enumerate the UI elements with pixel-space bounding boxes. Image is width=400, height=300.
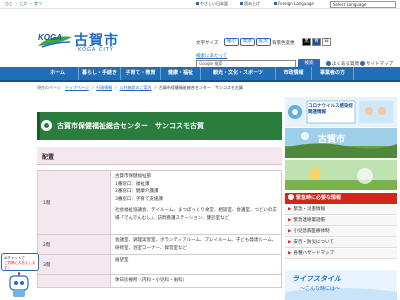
table-row: 休日診療所（内科・小児科・歯科） (37, 274, 282, 288)
arrow-right-icon: ▶ (288, 207, 292, 212)
arrow-right-icon: ▶ (288, 240, 292, 245)
city-name-english: KOGA CITY (78, 47, 114, 53)
floor-content: 古賀市保健福祉部 1番窓口：福祉課 2番窓口：健康介護課 3番窓口：子育て支援課… (110, 170, 282, 235)
emergency-item[interactable]: ▶ 小児急病医療体制 (285, 227, 397, 237)
bg-blue-button[interactable]: 青 (312, 38, 321, 46)
globe-icon (274, 2, 277, 5)
bg-white-button[interactable]: 白 (322, 38, 331, 46)
foreign-language-link[interactable]: Foreign Language (274, 1, 314, 6)
lifestyle-subtitle: 〜こんな時には〜 (300, 286, 341, 292)
section-heading: 配置 (42, 154, 55, 161)
emergency-item[interactable]: ▶ 安否・防災について (285, 238, 397, 248)
font-normal-button[interactable]: 標準 (240, 38, 255, 46)
lifestyle-title: ライフスタイル (292, 275, 341, 283)
breadcrumb-lead: 現在のページ (37, 85, 61, 90)
breadcrumb-current: 古賀市保健福祉総合センター サンコスモ古賀 (158, 85, 243, 90)
ai-chat-bubble[interactable]: AIチャットで ご質問にお答えします！ (1, 253, 39, 271)
emergency-item[interactable]: ▶ 緊急・災害情報 (285, 205, 397, 215)
question-icon (326, 61, 331, 66)
top-utility-bar: ひと ・ こが ・ 育つ やさしい日本語 読み上げ Foreign Langua… (0, 0, 400, 9)
font-enlarge-button[interactable]: 拡大 (256, 38, 271, 46)
nav-health[interactable]: 健康・福祉 (161, 67, 201, 80)
emergency-info-heading: 緊急時に必要な情報 (285, 193, 397, 204)
font-shrink-button[interactable]: 縮小 (224, 38, 239, 46)
arrow-right-icon: ▶ (288, 229, 292, 234)
global-nav: ホーム 暮らし・手続き 子育て・教育 健康・福祉 観光・文化・スポーツ 市政情報… (0, 67, 400, 82)
font-size-label: 文字サイズ (196, 41, 219, 46)
logo-mark-text: KOGA (38, 33, 62, 42)
floor-content: 展望室 (110, 254, 282, 275)
floor-content: 休日診療所（内科・小児科・歯科） (110, 274, 282, 288)
language-select[interactable]: Select Language (330, 1, 396, 8)
floor-label (37, 274, 111, 288)
title-bullet-icon (41, 120, 52, 131)
floor-content: 会議室、調理実習室、ボランティアルーム、プレイルーム、子ども発達ルーム、研修室、… (110, 234, 282, 255)
site-tagline: ひと ・ こが ・ 育つ (5, 1, 42, 6)
table-row: 3階 展望室 (37, 254, 282, 275)
read-aloud-link[interactable]: 読み上げ (240, 1, 260, 7)
covid-banner-text: コロナウイルス感染症関連情報 (308, 104, 353, 115)
nav-tourism[interactable]: 観光・文化・スポーツ (201, 67, 276, 80)
arrow-right-icon: ▶ (288, 218, 292, 223)
emergency-item[interactable]: ▶ 各種ハザードマップ (285, 249, 397, 259)
city-banner-text: 古賀市 (318, 135, 346, 145)
speaker-icon (240, 2, 243, 5)
floor-label: 1階 (37, 170, 111, 235)
floor-label: 2階 (37, 234, 111, 255)
nav-home[interactable]: ホーム (37, 67, 79, 80)
table-row: 2階 会議室、調理実習室、ボランティアルーム、プレイルーム、子ども発達ルーム、研… (37, 234, 282, 255)
promo-banner[interactable] (285, 160, 397, 190)
alert-icon (288, 194, 294, 200)
nav-living[interactable]: 暮らし・手続き (79, 67, 121, 80)
easy-japanese-link[interactable]: やさしい日本語 (196, 1, 228, 7)
breadcrumb-admin[interactable]: 行政情報 (96, 85, 112, 90)
arrow-right-icon: ▶ (288, 251, 292, 256)
bg-black-button[interactable]: 黒 (302, 38, 311, 46)
ai-chat-robot-icon[interactable] (6, 272, 32, 298)
sitemap-icon (360, 61, 365, 66)
nav-city-info[interactable]: 市政情報 (276, 67, 312, 80)
page-title: 古賀市保健福祉総合センター サンコスモ古賀 (57, 122, 204, 130)
floor-table: 1階 古賀市保健福祉部 1番窓口：福祉課 2番窓口：健康介護課 3番窓口：子育て… (37, 170, 282, 288)
nav-childcare[interactable]: 子育て・教育 (121, 67, 161, 80)
search-help-link[interactable]: 検索にあたって (196, 53, 227, 59)
nav-business[interactable]: 事業者の方 (312, 67, 354, 80)
breadcrumb-top[interactable]: トップページ (65, 85, 89, 90)
background-color-label: 背景色変更 (272, 41, 295, 46)
emergency-item[interactable]: ▶ 緊急連絡電話帳 (285, 216, 397, 226)
table-row: 1階 古賀市保健福祉部 1番窓口：福祉課 2番窓口：健康介護課 3番窓口：子育て… (37, 170, 282, 235)
breadcrumb-facilities[interactable]: 公共施設のご案内 (120, 85, 152, 90)
section-heading-bar (37, 147, 282, 165)
floor-label: 3階 (37, 254, 111, 275)
site-header: KOGA 古賀市 KOGA CITY 文字サイズ 縮小 標準 拡大 背景色変更 … (0, 9, 400, 69)
breadcrumb: 現在のページ トップページ > 行政情報 > 公共施設のご案内 > 古賀市保健福祉総合センター… (37, 85, 243, 90)
page-icon (196, 2, 199, 5)
